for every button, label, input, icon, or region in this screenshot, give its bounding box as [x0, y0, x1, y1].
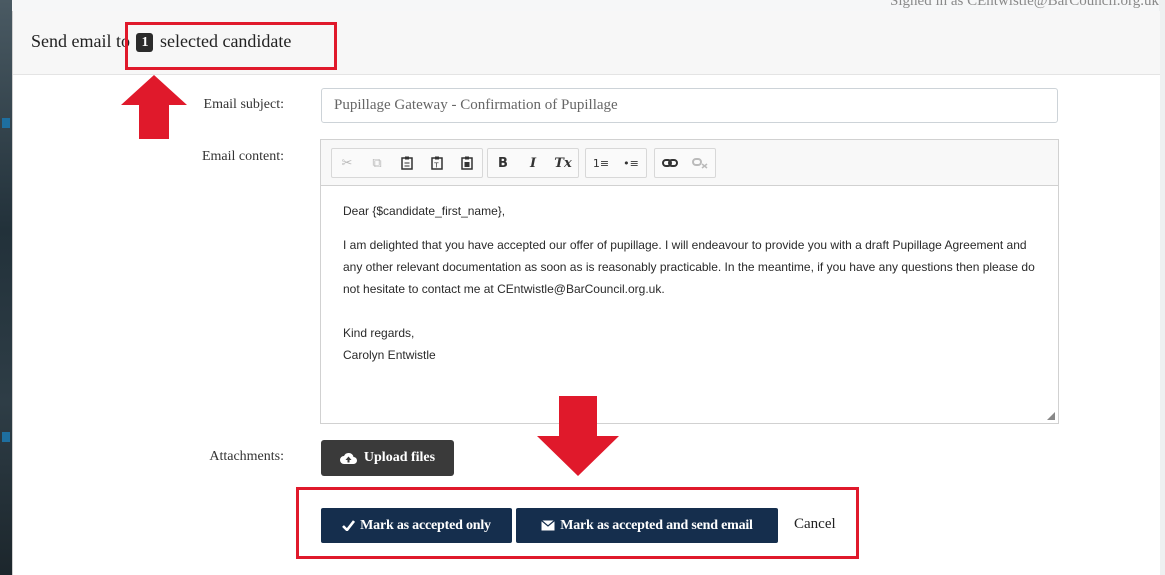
signed-in-text: Signed in as CEntwistle@BarCouncil.org.u… [890, 0, 1159, 9]
email-subject-input[interactable] [321, 88, 1058, 123]
title-highlight-box [125, 22, 337, 70]
paste-icon[interactable] [392, 149, 422, 177]
cloud-upload-icon [339, 452, 357, 464]
email-content-editor[interactable]: ✂ ⧉ T B I Tx 1≡ •≡ Dear {$candidate_firs… [320, 139, 1059, 424]
svg-text:T: T [433, 162, 439, 170]
list-group: 1≡ •≡ [585, 148, 647, 178]
email-paragraph: I am delighted that you have accepted ou… [343, 238, 1035, 296]
unlink-icon[interactable] [685, 149, 715, 177]
mark-accepted-send-email-label: Mark as accepted and send email [560, 517, 753, 533]
paste-word-icon[interactable] [452, 149, 482, 177]
email-signoff: Kind regards, [343, 326, 415, 340]
mark-accepted-send-email-button[interactable]: Mark as accepted and send email [516, 508, 778, 543]
link-group [654, 148, 716, 178]
modal-title-prefix: Send email to [31, 31, 130, 51]
checkmark-icon [342, 520, 356, 531]
italic-icon[interactable]: I [518, 149, 548, 177]
email-body-content[interactable]: Dear {$candidate_first_name}, I am delig… [343, 200, 1043, 366]
copy-icon[interactable]: ⧉ [362, 149, 392, 177]
bold-icon[interactable]: B [488, 149, 518, 177]
email-subject-label: Email subject: [203, 97, 284, 112]
resize-handle[interactable] [1047, 412, 1055, 420]
email-greeting: Dear {$candidate_first_name}, [343, 204, 506, 218]
email-signature: Carolyn Entwistle [343, 348, 436, 362]
formatting-group: B I Tx [487, 148, 579, 178]
up-arrow-annotation [121, 75, 187, 139]
link-icon[interactable] [655, 149, 685, 177]
paste-text-icon[interactable]: T [422, 149, 452, 177]
remove-format-icon[interactable]: Tx [548, 149, 578, 177]
cut-icon[interactable]: ✂ [332, 149, 362, 177]
numbered-list-icon[interactable]: 1≡ [586, 149, 616, 177]
email-content-label: Email content: [201, 149, 284, 164]
send-email-modal: Send email to 1 selected candidate Email… [12, 11, 1160, 575]
mark-accepted-only-label: Mark as accepted only [360, 517, 491, 533]
clipboard-group: ✂ ⧉ T [331, 148, 483, 178]
editor-toolbar: ✂ ⧉ T B I Tx 1≡ •≡ [321, 140, 1058, 186]
mark-accepted-only-button[interactable]: Mark as accepted only [321, 508, 512, 543]
bulleted-list-icon[interactable]: •≡ [616, 149, 646, 177]
upload-files-button[interactable]: Upload files [321, 440, 454, 476]
background-left-strip [0, 0, 12, 575]
cancel-link[interactable]: Cancel [794, 516, 836, 533]
upload-files-label: Upload files [363, 450, 436, 465]
down-arrow-annotation [537, 396, 619, 476]
attachments-label: Attachments: [209, 449, 284, 464]
envelope-icon [541, 520, 556, 531]
remove-format-label: Tx [554, 155, 572, 171]
